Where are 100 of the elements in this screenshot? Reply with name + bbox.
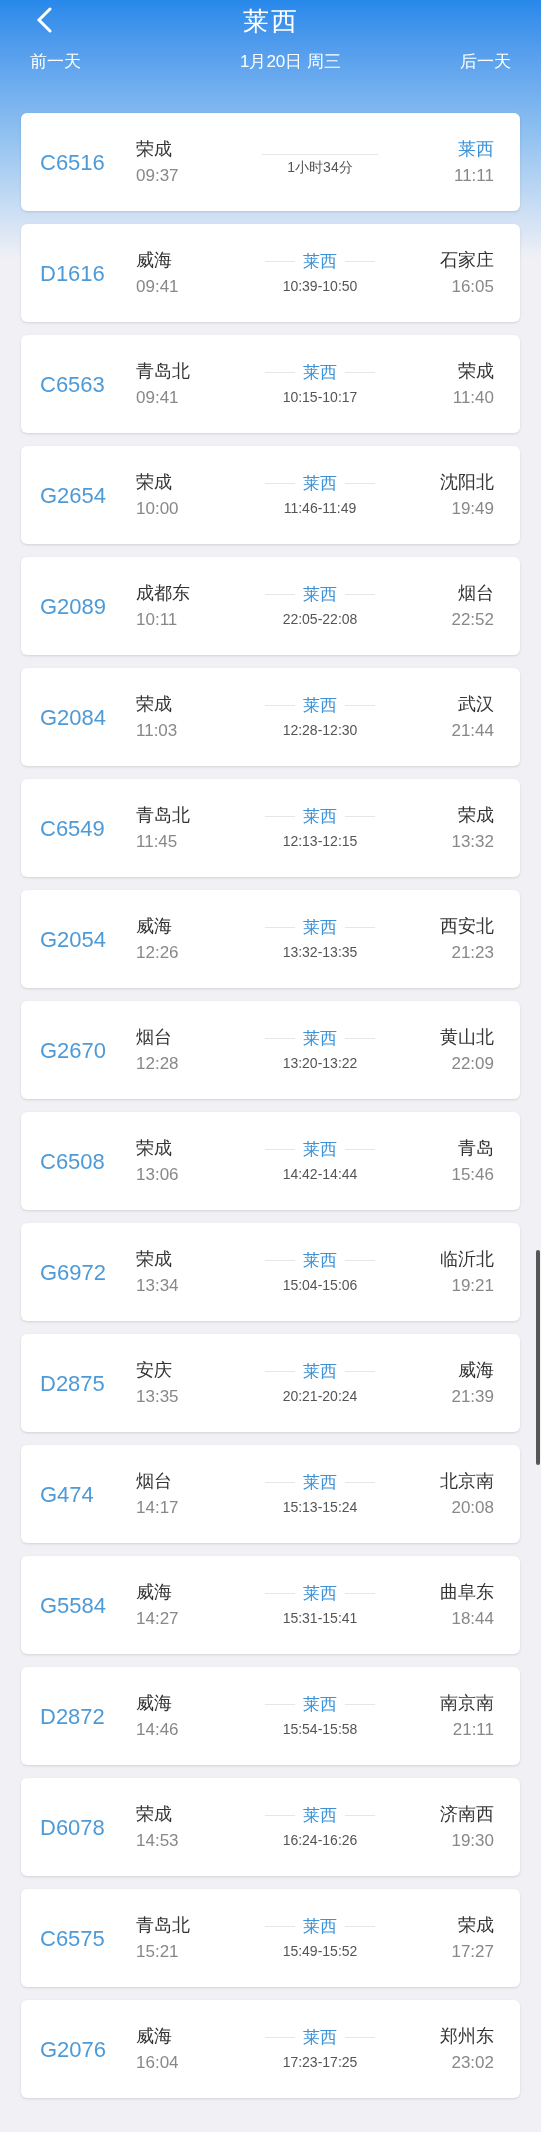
train-number: G2084 — [40, 703, 108, 732]
train-card[interactable]: G2076 威海 16:04 莱西 17:23-17:25 郑州东 23:02 — [21, 2000, 520, 2098]
departure-time: 14:46 — [136, 1718, 180, 1741]
departure-time: 13:34 — [136, 1274, 180, 1297]
stop-times: 10:39-10:50 — [282, 277, 358, 297]
arrival-time: 16:05 — [451, 275, 494, 298]
departure-time: 12:28 — [136, 1052, 180, 1075]
arrival-time: 23:02 — [451, 2051, 494, 2074]
departure-time: 11:03 — [136, 719, 179, 742]
arrival-time: 19:30 — [451, 1829, 494, 1852]
departure-station: 青岛北 — [136, 359, 191, 383]
train-card[interactable]: D2872 威海 14:46 莱西 15:54-15:58 南京南 21:11 — [21, 1667, 520, 1765]
stop-times: 10:15-10:17 — [282, 388, 358, 408]
departure-station: 威海 — [136, 2024, 173, 2048]
departure-station: 荣成 — [136, 137, 173, 161]
arrival-station: 北京南 — [440, 1469, 494, 1493]
departure-time: 13:06 — [136, 1163, 180, 1186]
train-card[interactable]: G2054 威海 12:26 莱西 13:32-13:35 西安北 21:23 — [21, 890, 520, 988]
arrival-station: 荣成 — [458, 803, 494, 827]
stop-times: 12:13-12:15 — [282, 832, 358, 852]
arrival-time: 11:40 — [452, 386, 494, 409]
stop-times: 13:20-13:22 — [282, 1054, 358, 1074]
via-station: 莱西 — [303, 1693, 337, 1716]
arrival-station: 威海 — [458, 1358, 494, 1382]
arrival-station: 石家庄 — [440, 248, 494, 272]
train-number: G2089 — [40, 592, 108, 621]
train-card[interactable]: C6575 青岛北 15:21 莱西 15:49-15:52 荣成 17:27 — [21, 1889, 520, 1987]
train-number: G2670 — [40, 1036, 108, 1065]
train-card[interactable]: G474 烟台 14:17 莱西 15:13-15:24 北京南 20:08 — [21, 1445, 520, 1543]
via-station: 莱西 — [303, 250, 337, 273]
train-card[interactable]: C6516 荣成 09:37 1小时34分 莱西 11:11 — [21, 113, 520, 211]
train-card[interactable]: G5584 威海 14:27 莱西 15:31-15:41 曲阜东 18:44 — [21, 1556, 520, 1654]
arrival-station: 黄山北 — [440, 1025, 494, 1049]
arrival-station: 荣成 — [458, 359, 494, 383]
departure-station: 青岛北 — [136, 803, 191, 827]
departure-time: 12:26 — [136, 941, 180, 964]
train-number: D1616 — [40, 259, 106, 288]
train-card[interactable]: G2654 荣成 10:00 莱西 11:46-11:49 沈阳北 19:49 — [21, 446, 520, 544]
stop-times: 14:42-14:44 — [282, 1165, 358, 1185]
stop-times: 13:32-13:35 — [282, 943, 358, 963]
train-card[interactable]: D2875 安庆 13:35 莱西 20:21-20:24 威海 21:39 — [21, 1334, 520, 1432]
via-station: 莱西 — [303, 1360, 337, 1383]
stop-times: 15:54-15:58 — [282, 1720, 358, 1740]
train-card[interactable]: G2084 荣成 11:03 莱西 12:28-12:30 武汉 21:44 — [21, 668, 520, 766]
via-station: 莱西 — [303, 694, 337, 717]
via-station: 莱西 — [303, 472, 337, 495]
via-station: 莱西 — [303, 1915, 337, 1938]
arrival-station: 济南西 — [440, 1802, 494, 1826]
stop-times: 22:05-22:08 — [282, 610, 358, 630]
train-card[interactable]: C6549 青岛北 11:45 莱西 12:13-12:15 荣成 13:32 — [21, 779, 520, 877]
departure-station: 威海 — [136, 1691, 173, 1715]
stop-times: 15:04-15:06 — [282, 1276, 358, 1296]
arrival-time: 19:49 — [451, 497, 494, 520]
stop-times: 16:24-16:26 — [282, 1831, 358, 1851]
arrival-station: 西安北 — [440, 914, 494, 938]
train-card[interactable]: G6972 荣成 13:34 莱西 15:04-15:06 临沂北 19:21 — [21, 1223, 520, 1321]
train-card[interactable]: G2670 烟台 12:28 莱西 13:20-13:22 黄山北 22:09 — [21, 1001, 520, 1099]
stop-times: 15:13-15:24 — [282, 1498, 358, 1518]
via-station: 莱西 — [303, 1804, 337, 1827]
train-card[interactable]: D6078 荣成 14:53 莱西 16:24-16:26 济南西 19:30 — [21, 1778, 520, 1876]
via-station: 莱西 — [303, 361, 337, 384]
train-number: C6575 — [40, 1924, 106, 1953]
departure-time: 16:04 — [136, 2051, 180, 2074]
via-station: 莱西 — [303, 1582, 337, 1605]
arrival-time: 17:27 — [451, 1940, 494, 1963]
arrival-station: 沈阳北 — [440, 470, 494, 494]
departure-station: 青岛北 — [136, 1913, 191, 1937]
departure-time: 14:27 — [136, 1607, 180, 1630]
departure-station: 烟台 — [136, 1469, 173, 1493]
departure-station: 安庆 — [136, 1358, 173, 1382]
via-station: 莱西 — [303, 1138, 337, 1161]
departure-station: 荣成 — [136, 470, 173, 494]
arrival-time: 13:32 — [451, 830, 494, 853]
travel-duration: 1小时34分 — [287, 158, 353, 177]
departure-time: 10:00 — [136, 497, 180, 520]
train-number: C6549 — [40, 814, 106, 843]
train-number: D2875 — [40, 1369, 106, 1398]
departure-station: 威海 — [136, 1580, 173, 1604]
arrival-time: 18:44 — [451, 1607, 494, 1630]
train-number: G6972 — [40, 1258, 108, 1287]
train-card[interactable]: G2089 成都东 10:11 莱西 22:05-22:08 烟台 22:52 — [21, 557, 520, 655]
arrival-station: 武汉 — [458, 692, 494, 716]
train-card[interactable]: C6563 青岛北 09:41 莱西 10:15-10:17 荣成 11:40 — [21, 335, 520, 433]
departure-station: 成都东 — [136, 581, 191, 605]
train-number: C6508 — [40, 1147, 106, 1176]
arrival-time: 21:23 — [451, 941, 494, 964]
via-station: 莱西 — [303, 1249, 337, 1272]
arrival-time: 20:08 — [451, 1496, 494, 1519]
arrival-station: 烟台 — [458, 581, 494, 605]
train-card[interactable]: D1616 威海 09:41 莱西 10:39-10:50 石家庄 16:05 — [21, 224, 520, 322]
departure-time: 14:53 — [136, 1829, 180, 1852]
train-card[interactable]: C6508 荣成 13:06 莱西 14:42-14:44 青岛 15:46 — [21, 1112, 520, 1210]
stop-times: 20:21-20:24 — [282, 1387, 358, 1407]
arrival-station: 南京南 — [440, 1691, 494, 1715]
departure-station: 荣成 — [136, 1247, 173, 1271]
departure-station: 荣成 — [136, 692, 173, 716]
back-icon — [35, 7, 53, 33]
train-number: C6563 — [40, 370, 106, 399]
arrival-time: 22:09 — [451, 1052, 494, 1075]
train-number: G2654 — [40, 481, 108, 510]
